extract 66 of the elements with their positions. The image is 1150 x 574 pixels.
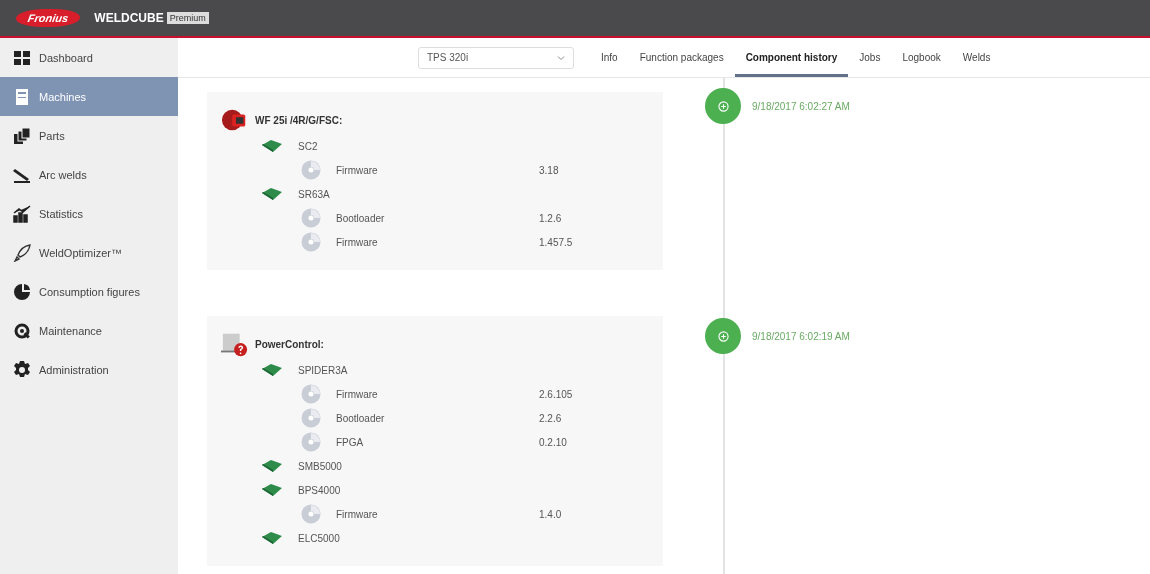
sidebar-item[interactable]: Administration [0, 350, 178, 389]
document-icon [13, 87, 31, 106]
software-name: Firmware [336, 508, 379, 520]
machine-dropdown[interactable]: TPS 320i [418, 46, 574, 69]
tab[interactable]: Function packages [628, 38, 735, 77]
product-name: WELDCUBE [94, 11, 164, 25]
disc-icon [301, 232, 321, 252]
pie-chart-icon [13, 282, 31, 301]
version-number: 1.2.6 [539, 212, 562, 224]
tab[interactable]: Component history [734, 38, 849, 77]
circuit-board-icon [262, 364, 282, 376]
chart-icon [13, 204, 31, 223]
tab[interactable]: Jobs [848, 38, 892, 77]
version-number: 2.6.105 [539, 388, 573, 400]
version-number: 3.18 [539, 164, 559, 176]
disc-icon [301, 432, 321, 452]
sidebar-item[interactable]: Maintenance [0, 311, 178, 350]
sidebar-item[interactable]: Dashboard [0, 38, 178, 77]
stack-icon [13, 126, 31, 145]
component-name: SPIDER3A [298, 364, 348, 376]
add-circle-icon [717, 330, 729, 342]
disc-icon [301, 384, 321, 404]
component-name: ELC5000 [298, 532, 340, 544]
brand-logo: Fronius [14, 9, 82, 27]
component-name: SMB5000 [298, 460, 342, 472]
device-name: PowerControl: [255, 338, 324, 350]
timeline-marker[interactable] [705, 318, 741, 354]
edition-badge: Premium [166, 12, 209, 24]
software-name: Firmware [336, 164, 379, 176]
circuit-board-icon [262, 188, 282, 200]
device-name: WF 25i /4R/G/FSC: [255, 114, 343, 126]
circuit-board-icon [262, 532, 282, 544]
sidebar-item[interactable]: Statistics [0, 194, 178, 233]
timestamp: 9/18/2017 6:02:27 AM [752, 100, 850, 112]
gear-icon [13, 360, 31, 379]
sidebar-item[interactable]: WeldOptimizer™ [0, 233, 178, 272]
grid-icon [13, 48, 31, 67]
disc-icon [301, 160, 321, 180]
disc-icon [301, 208, 321, 228]
chevron-down-icon [557, 53, 565, 62]
component-name: SC2 [298, 140, 318, 152]
software-name: Bootloader [336, 412, 386, 424]
version-number: 2.2.6 [539, 412, 562, 424]
software-name: Bootloader [336, 212, 386, 224]
circuit-board-icon [262, 140, 282, 152]
version-number: 1.4.0 [539, 508, 562, 520]
timeline-marker[interactable] [705, 88, 741, 124]
version-number: 1.457.5 [539, 236, 573, 248]
disc-icon [301, 504, 321, 524]
version-number: 0.2.10 [539, 436, 567, 448]
software-name: Firmware [336, 236, 379, 248]
add-circle-icon [717, 100, 729, 112]
software-name: FPGA [336, 436, 365, 448]
circuit-board-icon [262, 460, 282, 472]
disc-icon [301, 408, 321, 428]
tab[interactable]: Welds [951, 38, 1002, 77]
sidebar-item[interactable]: Consumption figures [0, 272, 178, 311]
software-name: Firmware [336, 388, 379, 400]
sidebar-item[interactable]: Arc welds [0, 155, 178, 194]
sidebar-item[interactable]: Parts [0, 116, 178, 155]
circuit-board-icon [262, 484, 282, 496]
tab[interactable]: Logbook [891, 38, 952, 77]
component-name: BPS4000 [298, 484, 341, 496]
component-name: SR63A [298, 188, 330, 200]
tab[interactable]: Info [590, 38, 629, 77]
timestamp: 9/18/2017 6:02:19 AM [752, 330, 850, 342]
